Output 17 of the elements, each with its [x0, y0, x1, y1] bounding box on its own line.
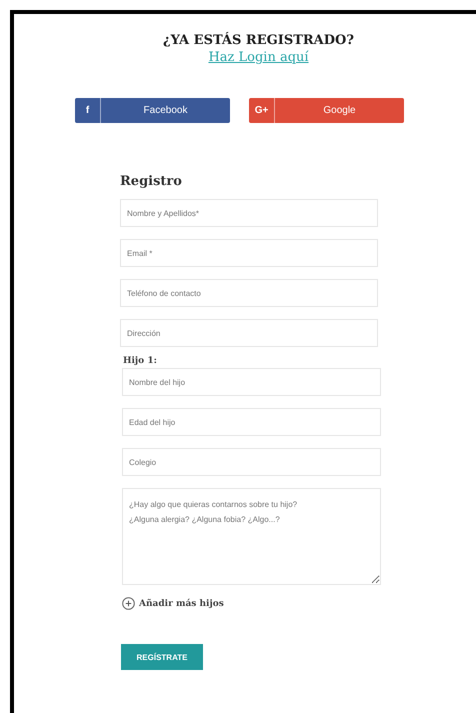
- input-field[interactable]: Nombre y Apellidos*: [120, 199, 378, 227]
- register-button[interactable]: REGÍSTRATE: [121, 644, 203, 670]
- input-field[interactable]: Dirección: [120, 319, 378, 347]
- input-field[interactable]: Teléfono de contacto: [120, 279, 378, 307]
- input-field[interactable]: Email *: [120, 239, 378, 267]
- input-field[interactable]: Nombre del hijo: [122, 368, 381, 396]
- login-link[interactable]: Haz Login aquí: [208, 50, 309, 65]
- facebook-button[interactable]: f Facebook: [75, 98, 230, 123]
- input-field[interactable]: Colegio: [122, 448, 381, 476]
- add-child-link[interactable]: Añadir más hijos: [122, 597, 224, 610]
- input-field[interactable]: Edad del hijo: [122, 408, 381, 436]
- notes-field[interactable]: ¿Hay algo que quieras contarnos sobre tu hijo? ¿Alguna alergia? ¿Alguna fobia? ¿Algo...?: [122, 488, 381, 585]
- page-title: ¿YA ESTÁS REGISTRADO?: [162, 33, 354, 48]
- form-title: Registro: [120, 174, 183, 189]
- child-title: Hijo 1:: [123, 356, 158, 366]
- google-button[interactable]: G+ Google: [249, 98, 404, 123]
- plus-circle-icon: [122, 597, 135, 610]
